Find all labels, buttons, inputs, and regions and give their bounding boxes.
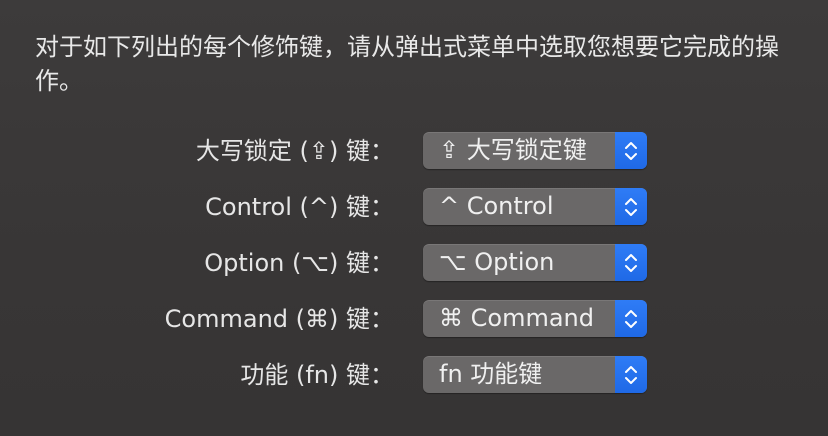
up-down-chevrons-icon (615, 132, 647, 169)
command-value: ⌘ Command (439, 304, 594, 332)
modifier-keys-panel: 对于如下列出的每个修饰键，请从弹出式菜单中选取您想要它完成的操作。 大写锁定 (… (0, 0, 828, 436)
control-popup[interactable]: ^ Control (423, 188, 647, 225)
control-value: ^ Control (439, 192, 554, 220)
function-label: 功能 (fn) 键： (240, 361, 394, 389)
up-down-chevrons-icon (615, 356, 647, 393)
caps-lock-label: 大写锁定 (⇪) 键： (195, 137, 394, 165)
option-label: Option (⌥) 键： (204, 249, 394, 277)
command-label: Command (⌘) 键： (164, 305, 394, 333)
control-row: Control (^) 键： ^ Control (0, 188, 828, 226)
up-down-chevrons-icon (615, 300, 647, 337)
option-row: Option (⌥) 键： ⌥ Option (0, 244, 828, 282)
up-down-chevrons-icon (615, 188, 647, 225)
control-label: Control (^) 键： (205, 193, 394, 221)
command-row: Command (⌘) 键： ⌘ Command (0, 300, 828, 338)
instructions-text: 对于如下列出的每个修饰键，请从弹出式菜单中选取您想要它完成的操作。 (35, 33, 779, 95)
option-popup[interactable]: ⌥ Option (423, 244, 647, 281)
caps-lock-popup[interactable]: ⇪ 大写锁定键 (423, 132, 647, 169)
function-popup[interactable]: fn 功能键 (423, 356, 647, 393)
option-value: ⌥ Option (439, 248, 555, 276)
command-popup[interactable]: ⌘ Command (423, 300, 647, 337)
caps-lock-value: ⇪ 大写锁定键 (439, 136, 587, 164)
function-value: fn 功能键 (439, 360, 543, 388)
caps-lock-row: 大写锁定 (⇪) 键： ⇪ 大写锁定键 (0, 132, 828, 170)
function-row: 功能 (fn) 键： fn 功能键 (0, 356, 828, 394)
up-down-chevrons-icon (615, 244, 647, 281)
